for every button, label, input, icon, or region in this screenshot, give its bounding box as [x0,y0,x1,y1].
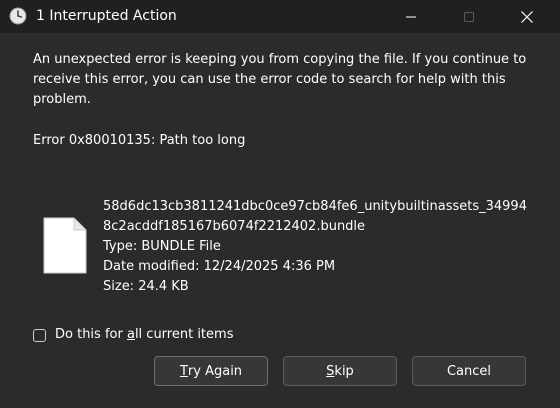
file-type: Type: BUNDLE File [103,239,221,254]
maximize-button [446,0,492,33]
error-code: Error 0x80010135: Path too long [33,133,246,148]
apply-to-all-label[interactable]: Do this for all current items [55,325,233,345]
file-icon [43,217,87,274]
error-message: An unexpected error is keeping you from … [33,52,527,107]
file-name-line-1: 58d6dc13cb3811241dbc0ce97cb84fe6_unitybu… [103,199,527,214]
maximize-icon [464,11,474,22]
close-icon [521,10,533,23]
title-bar[interactable]: 1 Interrupted Action [0,0,560,33]
minimize-button[interactable] [388,0,434,33]
skip-button[interactable]: Skip [283,356,397,386]
file-details: 58d6dc13cb3811241dbc0ce97cb84fe6_unitybu… [103,197,527,297]
apply-to-all-checkbox[interactable] [33,328,46,342]
interrupted-action-dialog: 1 Interrupted Action An unexpected error… [0,0,560,408]
file-size: Size: 24.4 KB [103,279,189,294]
file-name-line-2: 8c2acddf185167b6074f2212402.bundle [103,219,366,234]
minimize-icon [406,16,416,17]
window-title: 1 Interrupted Action [36,8,177,24]
apply-to-all-row[interactable]: Do this for all current items [33,325,233,345]
file-date-modified: Date modified: 12/24/2025 4:36 PM [103,259,336,274]
cancel-button[interactable]: Cancel [412,356,526,386]
clock-icon [9,7,27,25]
try-again-button[interactable]: Try Again [154,356,268,386]
close-button[interactable] [504,0,550,33]
